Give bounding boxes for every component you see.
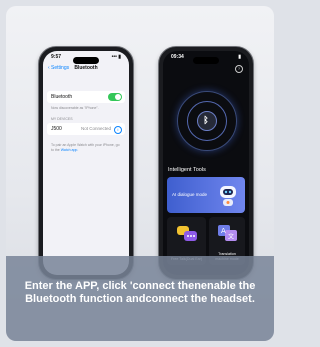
robot-icon — [220, 186, 236, 206]
section-title: Intelligent Tools — [168, 167, 206, 173]
caption-panel: Enter the APP, click 'connect thenenable… — [6, 256, 274, 341]
signal-icon: ••• ▮ — [111, 54, 121, 60]
bluetooth-toggle[interactable] — [108, 93, 122, 101]
chat-bubbles-icon — [177, 226, 197, 241]
status-time: 09:34 — [171, 54, 184, 60]
settings-screen: 9:57 ••• ▮ ‹ Settings Bluetooth Bluetoot… — [43, 51, 129, 275]
device-row[interactable]: J500 Not Connected i — [47, 123, 125, 135]
app-screen: 09:34 ▮ ? ᛒ Intelligent Tools AI dialogu… — [163, 51, 249, 275]
bluetooth-label: Bluetooth — [51, 94, 73, 100]
dynamic-island — [73, 57, 99, 64]
bluetooth-icon: ᛒ — [203, 115, 209, 125]
pair-note: To pair an Apple Watch with your iPhone,… — [51, 143, 123, 152]
dynamic-island — [193, 57, 219, 64]
phone-bluetooth-settings: 9:57 ••• ▮ ‹ Settings Bluetooth Bluetoot… — [38, 46, 134, 280]
page-title: Bluetooth — [74, 65, 98, 71]
phone-headset-app: 09:34 ▮ ? ᛒ Intelligent Tools AI dialogu… — [158, 46, 254, 280]
help-icon[interactable]: ? — [235, 65, 243, 73]
svg-text:A: A — [221, 227, 226, 235]
device-status: Not Connected — [80, 126, 111, 131]
nav-bar: ‹ Settings Bluetooth — [43, 65, 129, 75]
section-header: MY DEVICES — [51, 117, 73, 121]
ai-dialogue-label: AI dialogue mode — [172, 192, 208, 197]
status-time: 9:57 — [51, 54, 62, 60]
discoverable-text: Now discoverable as "iPhone". — [51, 106, 99, 110]
device-name: J500 — [51, 126, 62, 132]
instruction-card: 9:57 ••• ▮ ‹ Settings Bluetooth Bluetoot… — [6, 6, 274, 341]
watch-app-link[interactable]: Watch app. — [61, 148, 79, 152]
caption-text: Enter the APP, click 'connect thenenable… — [24, 280, 256, 305]
battery-icon: ▮ — [238, 54, 241, 60]
bluetooth-row: Bluetooth — [47, 91, 125, 103]
translate-icon: A 文 — [218, 225, 237, 241]
svg-text:文: 文 — [228, 233, 234, 241]
ai-dialogue-tile[interactable]: AI dialogue mode — [167, 177, 245, 213]
info-icon[interactable]: i — [114, 125, 122, 134]
